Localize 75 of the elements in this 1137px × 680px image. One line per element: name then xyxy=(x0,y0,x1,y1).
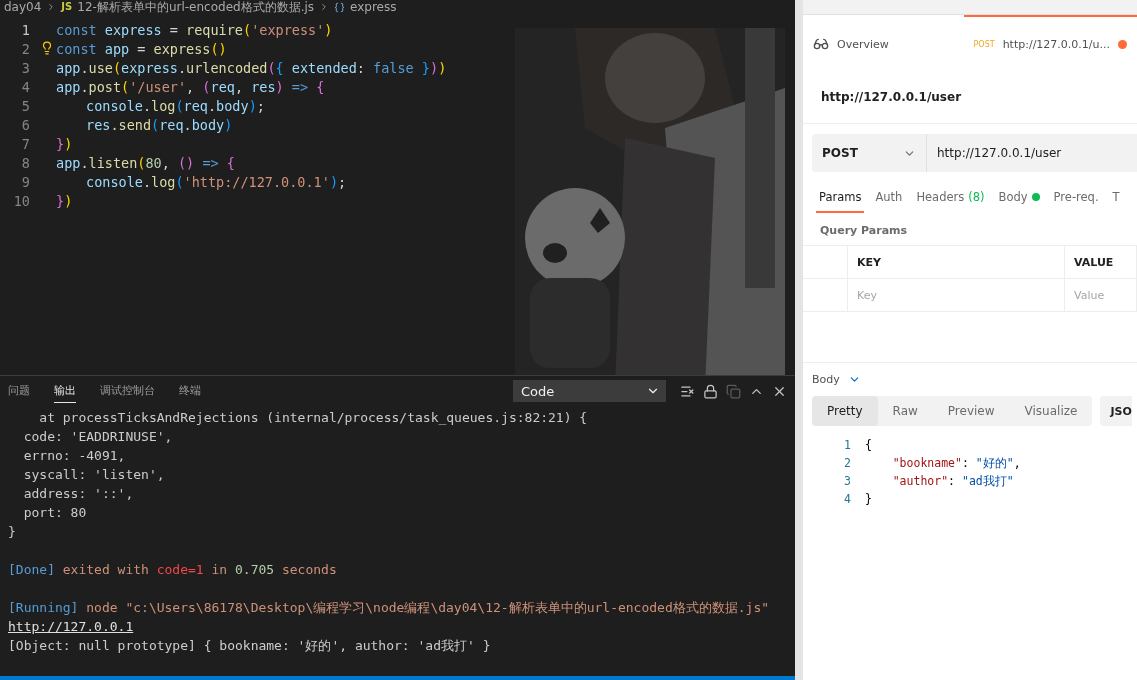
output-link[interactable]: http://127.0.0.1 xyxy=(8,617,134,636)
json-line: } xyxy=(865,492,872,506)
json-line: "author": "ad我打" xyxy=(891,473,1014,489)
line-number: 2 xyxy=(20,40,30,57)
line-number: 7 xyxy=(20,135,30,152)
view-tab[interactable]: Preview xyxy=(932,396,1010,426)
request-option-tab[interactable]: Headers (8) xyxy=(913,186,988,213)
section-title: Query Params xyxy=(819,223,909,239)
code-line: console.log('http://127.0.0.1'); xyxy=(86,173,347,190)
column-header: VALUE xyxy=(1065,246,1137,279)
copy-icon xyxy=(726,383,741,399)
code-line: app.post('/user', (req, res) => { xyxy=(56,78,325,95)
output-line: [Done] exited with code=1 in 0.705 seconds xyxy=(8,561,337,579)
table-cell xyxy=(803,279,848,312)
output-line: at processTicksAndRejections (internal/process/task_queues.js:82:21) { xyxy=(38,409,588,427)
method-select[interactable]: POST xyxy=(812,134,927,172)
line-number: 4 xyxy=(843,492,851,506)
request-option-tab[interactable]: Pre-req. xyxy=(1050,186,1102,213)
line-number: 1 xyxy=(20,21,30,38)
line-number: 2 xyxy=(843,456,851,470)
output-line: syscall: 'listen', xyxy=(22,466,165,484)
lightbulb-icon[interactable] xyxy=(40,41,54,55)
overview-tab[interactable]: Overview xyxy=(803,15,964,71)
code-line: console.log(req.body); xyxy=(86,97,265,114)
line-number: 4 xyxy=(20,78,30,95)
format-select[interactable]: JSO xyxy=(1100,396,1132,426)
panel-tab[interactable]: 输出 xyxy=(54,379,76,403)
lock-icon[interactable] xyxy=(703,383,718,399)
breadcrumb-file[interactable]: 12-解析表单中的url-encoded格式的数据.js xyxy=(77,0,315,14)
breadcrumb-symbol[interactable]: express xyxy=(350,0,397,14)
output-line: } xyxy=(8,523,16,541)
code-line: }) xyxy=(56,192,73,209)
output-line: [Running] node "c:\Users\86178\Desktop\编程学习\node编程\day04\12-解析表单中的url-encoded格式的数据.js" xyxy=(8,599,770,617)
glasses-icon xyxy=(813,36,829,52)
line-number: 3 xyxy=(20,59,30,76)
code-line: const app = express() xyxy=(56,40,227,57)
json-line: "bookname": "好的", xyxy=(891,455,1021,471)
view-tab[interactable]: Pretty xyxy=(812,396,878,426)
output-line: port: 80 xyxy=(22,504,87,522)
output-channel-select[interactable]: Code xyxy=(513,380,666,402)
output-line: address: '::', xyxy=(22,485,134,503)
output-line: [Object: null prototype] { bookname: '好的', author: 'ad我打' } xyxy=(8,637,491,655)
request-option-tab[interactable]: Params xyxy=(816,186,865,213)
output-line: code: 'EADDRINUSE', xyxy=(22,428,173,446)
breadcrumb-folder[interactable]: day04 xyxy=(4,0,42,14)
code-line: app.listen(80, () => { xyxy=(56,154,235,171)
code-line: app.use(express.urlencoded({ extended: false })) xyxy=(56,59,447,76)
symbol-icon xyxy=(334,1,346,13)
output-line: errno: -4091, xyxy=(22,447,126,465)
line-number: 3 xyxy=(843,474,851,488)
request-option-tab[interactable]: Body xyxy=(995,186,1043,213)
line-number: 6 xyxy=(20,116,30,133)
clear-output-icon[interactable] xyxy=(680,383,695,399)
line-number: 9 xyxy=(20,173,30,190)
line-number: 8 xyxy=(20,154,30,171)
view-tab[interactable]: Visualize xyxy=(1009,396,1093,426)
json-line: { xyxy=(865,438,872,452)
code-line: res.send(req.body) xyxy=(86,116,233,133)
url-field[interactable]: http://127.0.0.1/user xyxy=(927,134,1137,172)
column-header: KEY xyxy=(848,246,1065,279)
request-option-tab[interactable]: T xyxy=(1109,186,1123,213)
panel-tab[interactable]: 问题 xyxy=(8,379,30,403)
line-number: 10 xyxy=(12,192,30,209)
js-file-icon: JS xyxy=(61,0,73,14)
request-tab[interactable]: POST http://127.0.0.1/u... xyxy=(963,15,1137,71)
request-option-tab[interactable]: Auth xyxy=(872,186,906,213)
request-name: http://127.0.0.1/user xyxy=(803,71,1137,124)
line-number: 1 xyxy=(843,438,851,452)
panel-tab[interactable]: 终端 xyxy=(179,379,201,403)
response-body-label[interactable]: Body xyxy=(812,373,840,386)
code-line: }) xyxy=(56,135,73,152)
code-line: const express = require('express') xyxy=(56,21,333,38)
panel-tab[interactable]: 调试控制台 xyxy=(100,379,155,403)
view-tab[interactable]: Raw xyxy=(877,396,933,426)
line-number: 5 xyxy=(20,97,30,114)
